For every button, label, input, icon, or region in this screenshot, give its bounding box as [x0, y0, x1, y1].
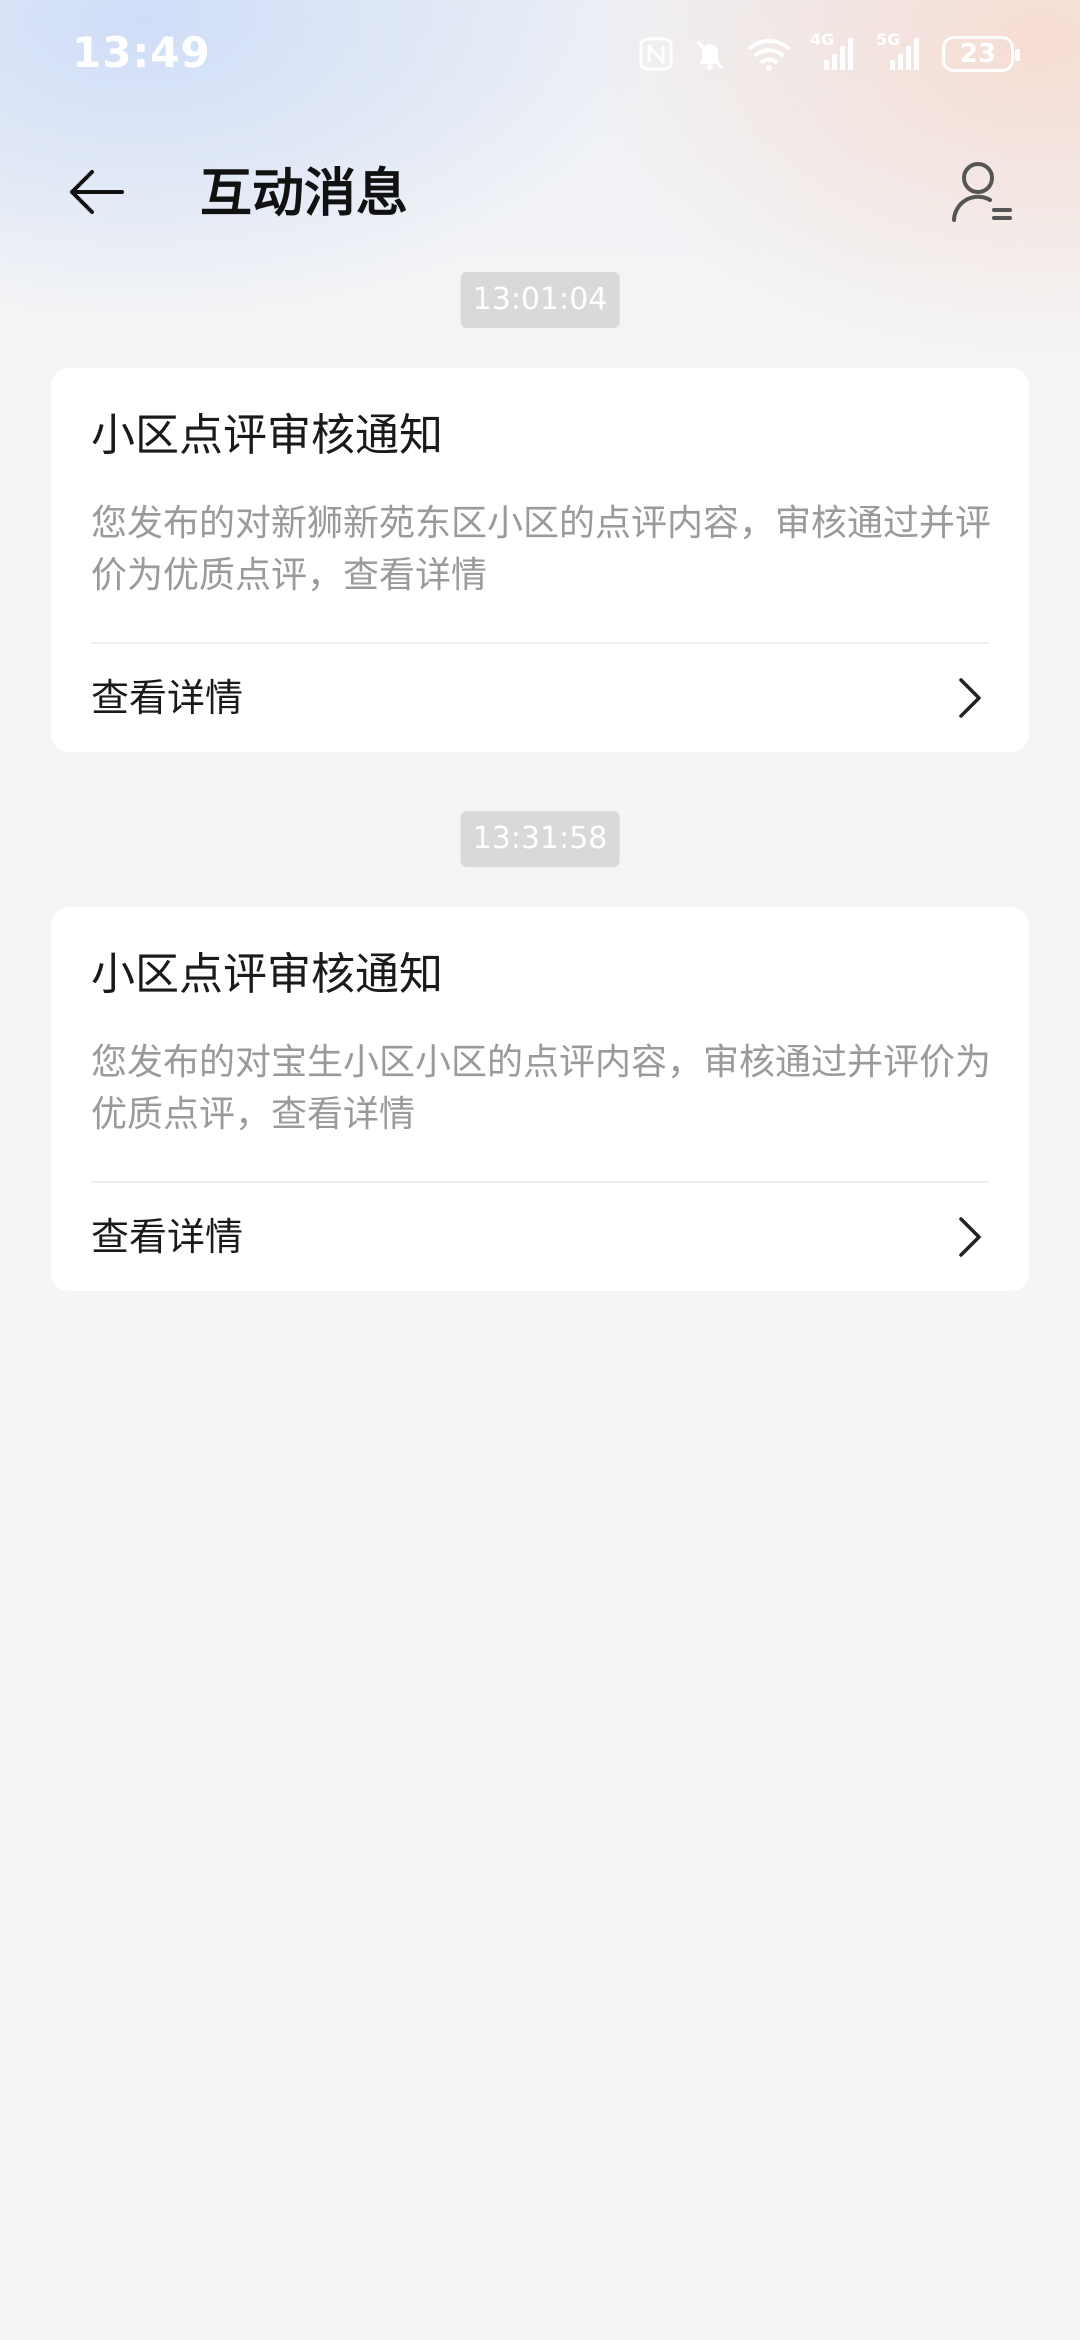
battery-level: 23 [959, 39, 997, 69]
user-list-icon [950, 158, 1014, 230]
bell-off-icon [692, 36, 728, 72]
message-timestamp: 13:01:04 [460, 272, 620, 328]
screen: 13:49 4G 5G 23 互动消息 13:01:04 小区点评审核通知 您发… [0, 0, 1080, 2340]
nfc-icon [638, 36, 674, 72]
network-4g-label: 4G [810, 30, 835, 49]
message-timestamp: 13:31:58 [460, 811, 620, 867]
message-card: 小区点评审核通知 您发布的对新狮新苑东区小区的点评内容，审核通过并评价为优质点评… [51, 368, 1029, 752]
message-body: 您发布的对新狮新苑东区小区的点评内容，审核通过并评价为优质点评，查看详情 [91, 503, 992, 596]
status-time: 13:49 [72, 28, 211, 77]
message-body: 您发布的对宝生小区小区的点评内容，审核通过并评价为优质点评，查看详情 [91, 1042, 992, 1135]
message-title: 小区点评审核通知 [91, 410, 443, 461]
back-button[interactable] [56, 154, 136, 234]
view-details-label: 查看详情 [91, 676, 244, 720]
signal-5g-icon: 5G [876, 30, 924, 72]
status-icons: 4G 5G 23 [638, 30, 1020, 72]
message-title: 小区点评审核通知 [91, 949, 443, 1000]
status-bar: 13:49 4G 5G 23 [0, 0, 1080, 118]
signal-4g-icon: 4G [810, 30, 858, 72]
view-details-label: 查看详情 [91, 1215, 244, 1259]
view-details-button[interactable]: 查看详情 [51, 1183, 1029, 1291]
wifi-icon [746, 36, 792, 72]
app-header: 互动消息 [0, 130, 1080, 246]
profile-button[interactable] [940, 152, 1024, 236]
message-card: 小区点评审核通知 您发布的对宝生小区小区的点评内容，审核通过并评价为优质点评，查… [51, 907, 1029, 1291]
chevron-right-icon [945, 674, 993, 722]
view-details-button[interactable]: 查看详情 [51, 644, 1029, 752]
arrow-left-icon [64, 160, 128, 228]
battery-indicator: 23 [942, 36, 1020, 72]
page-title: 互动消息 [200, 164, 409, 224]
chevron-right-icon [945, 1213, 993, 1261]
network-5g-label: 5G [876, 30, 901, 49]
